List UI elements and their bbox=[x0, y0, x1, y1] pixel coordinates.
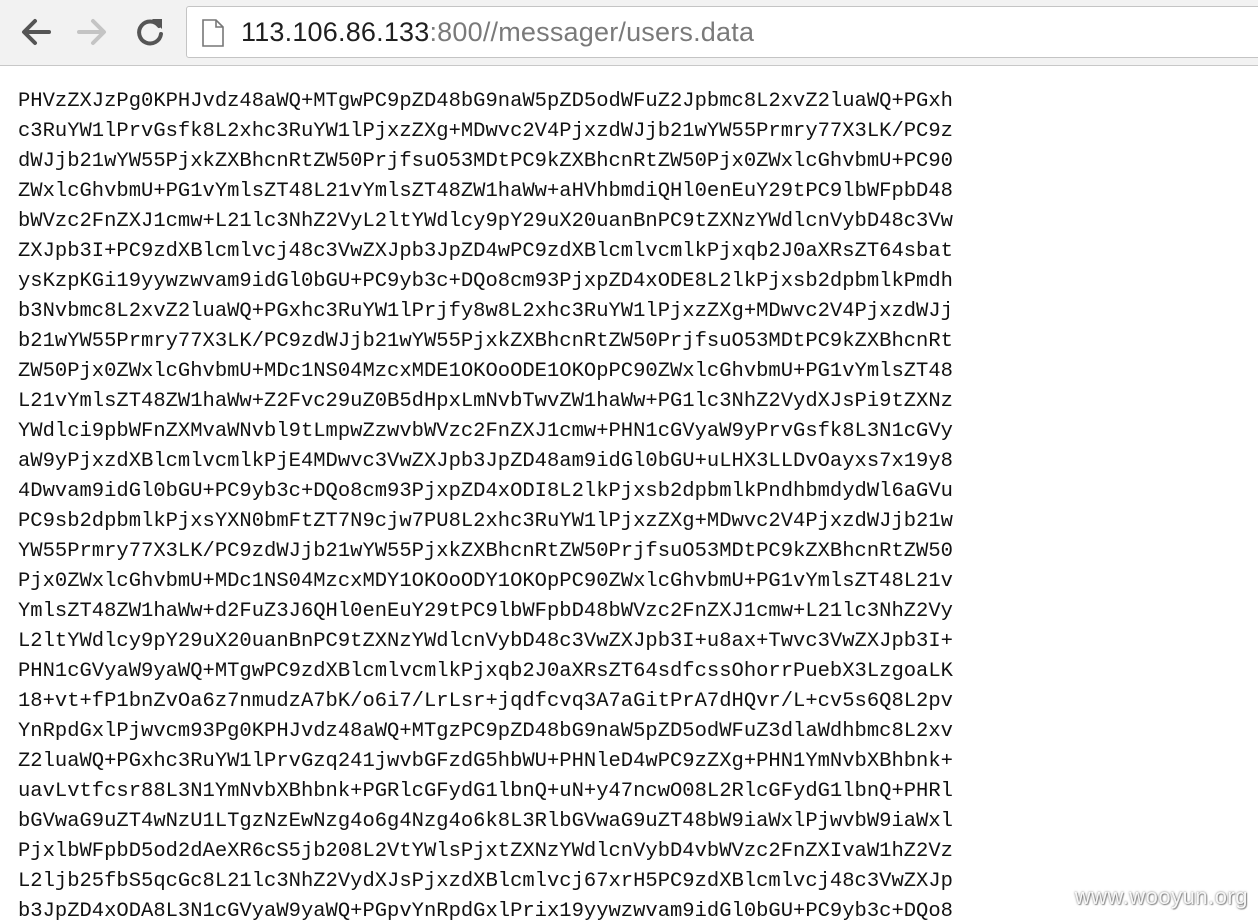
arrow-left-icon bbox=[22, 19, 51, 45]
text-line: 18+vt+fP1bnZvOa6z7nmudzA7bK/o6i7/LrLsr+j… bbox=[18, 690, 953, 713]
url-host: 113.106.86.133 bbox=[241, 17, 430, 47]
text-line: b3JpZD4xODA8L3N1cGVyaW9yaWQ+PGpvYnRpdGxl… bbox=[18, 900, 953, 922]
plain-text-body: PHVzZXJzPg0KPHJvdz48aWQ+MTgwPC9pZD48bG9n… bbox=[18, 87, 953, 922]
url-path: :800//messager/users.data bbox=[429, 17, 755, 47]
text-line: YWdlci9pbWFnZXMvaWNvbl9tLmpwZzwvbWVzc2Fn… bbox=[18, 420, 953, 443]
text-line: bWVzc2FnZXJ1cmw+L21lc3NhZ2VyL2ltYWdlcy9p… bbox=[18, 210, 953, 233]
back-button[interactable] bbox=[16, 12, 56, 52]
text-line: Z2luaWQ+PGxhc3RuYW1lPrvGzq241jwvbGFzdG5h… bbox=[18, 750, 953, 773]
text-line: PHVzZXJzPg0KPHJvdz48aWQ+MTgwPC9pZD48bG9n… bbox=[18, 90, 953, 113]
text-line: c3RuYW1lPrvGsfk8L2xhc3RuYW1lPjxzZXg+MDwv… bbox=[18, 120, 953, 143]
text-line: b21wYW55Prmry77X3LK/PC9zdWJjb21wYW55Pjxk… bbox=[18, 330, 953, 353]
text-line: PC9sb2dpbmlkPjxsYXN0bmFtZT7N9cjw7PU8L2xh… bbox=[18, 510, 953, 533]
reload-button[interactable] bbox=[130, 12, 170, 52]
text-line: aW9yPjxzdXBlcmlvcmlkPjE4MDwvc3VwZXJpb3Jp… bbox=[18, 450, 953, 473]
text-line: b3Nvbmc8L2xvZ2luaWQ+PGxhc3RuYW1lPrjfy8w8… bbox=[18, 300, 953, 323]
text-line: Pjx0ZWxlcGhvbmU+MDc1NS04MzcxMDY1OKOoODY1… bbox=[18, 570, 953, 593]
address-bar[interactable]: 113.106.86.133:800//messager/users.data bbox=[186, 6, 1258, 58]
text-line: uavLvtfcsr88L3N1YmNvbXBhbnk+PGRlcGFydG1l… bbox=[18, 780, 953, 803]
text-line: ZXJpb3I+PC9zdXBlcmlvcj48c3VwZXJpb3JpZD4w… bbox=[18, 240, 953, 263]
forward-button[interactable] bbox=[72, 12, 112, 52]
text-line: ZWxlcGhvbmU+PG1vYmlsZT48L21vYmlsZT48ZW1h… bbox=[18, 180, 953, 203]
document-icon bbox=[202, 19, 224, 47]
reload-icon bbox=[137, 19, 163, 46]
text-line: L2ljb25fbS5qcGc8L21lc3NhZ2VydXJsPjxzdXBl… bbox=[18, 870, 953, 893]
text-line: YmlsZT48ZW1haWw+d2FuZ3J6QHl0enEuY29tPC9l… bbox=[18, 600, 953, 623]
text-line: L2ltYWdlcy9pY29uX20uanBnPC9tZXNzYWdlcnVy… bbox=[18, 630, 953, 653]
text-line: YW55Prmry77X3LK/PC9zdWJjb21wYW55PjxkZXBh… bbox=[18, 540, 953, 563]
watermark: www.wooyun.org bbox=[1074, 884, 1248, 909]
url-text[interactable]: 113.106.86.133:800//messager/users.data bbox=[241, 15, 754, 49]
arrow-right-icon bbox=[77, 19, 106, 45]
text-line: ysKzpKGi19yywzwvam9idGl0bGU+PC9yb3c+DQo8… bbox=[18, 270, 953, 293]
text-line: ZW50Pjx0ZWxlcGhvbmU+MDc1NS04MzcxMDE1OKOo… bbox=[18, 360, 953, 383]
browser-toolbar: 113.106.86.133:800//messager/users.data bbox=[0, 0, 1258, 66]
text-line: PHN1cGVyaW9yaWQ+MTgwPC9zdXBlcmlvcmlkPjxq… bbox=[18, 660, 953, 683]
text-line: YnRpdGxlPjwvcm93Pg0KPHJvdz48aWQ+MTgzPC9p… bbox=[18, 720, 953, 743]
text-line: dWJjb21wYW55PjxkZXBhcnRtZW50PrjfsuO53MDt… bbox=[18, 150, 953, 173]
text-line: PjxlbWFpbD5od2dAeXR6cS5jb208L2VtYWlsPjxt… bbox=[18, 840, 953, 863]
text-line: 4Dwvam9idGl0bGU+PC9yb3c+DQo8cm93PjxpZD4x… bbox=[18, 480, 953, 503]
text-line: L21vYmlsZT48ZW1haWw+Z2Fvc29uZ0B5dHpxLmNv… bbox=[18, 390, 953, 413]
page-content: PHVzZXJzPg0KPHJvdz48aWQ+MTgwPC9pZD48bG9n… bbox=[0, 66, 1258, 922]
text-line: bGVwaG9uZT4wNzU1LTgzNzEwNzg4o6g4Nzg4o6k8… bbox=[18, 810, 953, 833]
